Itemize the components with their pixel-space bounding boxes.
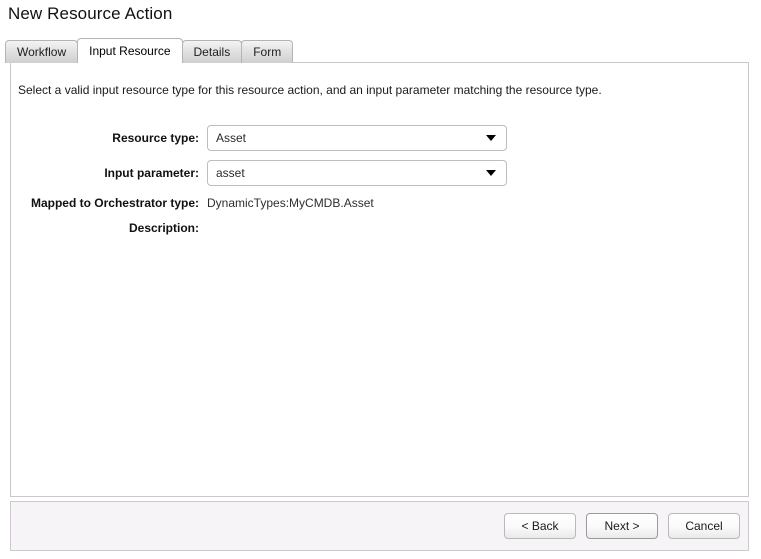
tab-strip: Workflow Input Resource Details Form: [5, 38, 294, 64]
input-parameter-value: asset: [216, 166, 245, 180]
tab-label: Workflow: [17, 45, 67, 59]
tab-label: Input Resource: [89, 44, 171, 58]
tab-workflow[interactable]: Workflow: [5, 40, 79, 63]
input-resource-form: Resource type: Asset Input parameter: as…: [11, 125, 748, 245]
mapped-type-control: DynamicTypes:MyCMDB.Asset: [207, 195, 374, 211]
footer-bar: < Back Next > Cancel: [10, 501, 749, 551]
resource-type-label: Resource type:: [112, 131, 199, 145]
cancel-button[interactable]: Cancel: [668, 513, 740, 539]
resource-type-control: Asset: [207, 125, 507, 151]
content-panel: Select a valid input resource type for t…: [10, 62, 749, 497]
input-parameter-label: Input parameter:: [104, 166, 199, 180]
tab-label: Details: [193, 45, 231, 59]
resource-type-value: Asset: [216, 131, 247, 145]
chevron-down-icon: [486, 170, 496, 176]
resource-type-select[interactable]: Asset: [207, 125, 507, 151]
next-button[interactable]: Next >: [586, 513, 658, 539]
page-title: New Resource Action: [8, 4, 173, 23]
form-row-description: Description:: [11, 220, 748, 236]
form-row-mapped-type: Mapped to Orchestrator type: DynamicType…: [11, 195, 748, 211]
input-parameter-control: asset: [207, 160, 507, 186]
tab-form[interactable]: Form: [241, 40, 294, 63]
mapped-type-label: Mapped to Orchestrator type:: [30, 196, 199, 210]
chevron-down-icon: [486, 135, 496, 141]
footer-button-group: < Back Next > Cancel: [504, 513, 740, 539]
back-button[interactable]: < Back: [504, 513, 576, 539]
input-parameter-select[interactable]: asset: [207, 160, 507, 186]
instruction-text: Select a valid input resource type for t…: [18, 83, 602, 97]
form-row-input-parameter: Input parameter: asset: [11, 160, 748, 186]
description-label: Description:: [128, 221, 199, 235]
mapped-type-value: DynamicTypes:MyCMDB.Asset: [207, 196, 374, 210]
form-row-resource-type: Resource type: Asset: [11, 125, 748, 151]
tab-details[interactable]: Details: [181, 40, 243, 63]
tab-input-resource[interactable]: Input Resource: [77, 38, 183, 64]
tab-label: Form: [253, 45, 282, 59]
